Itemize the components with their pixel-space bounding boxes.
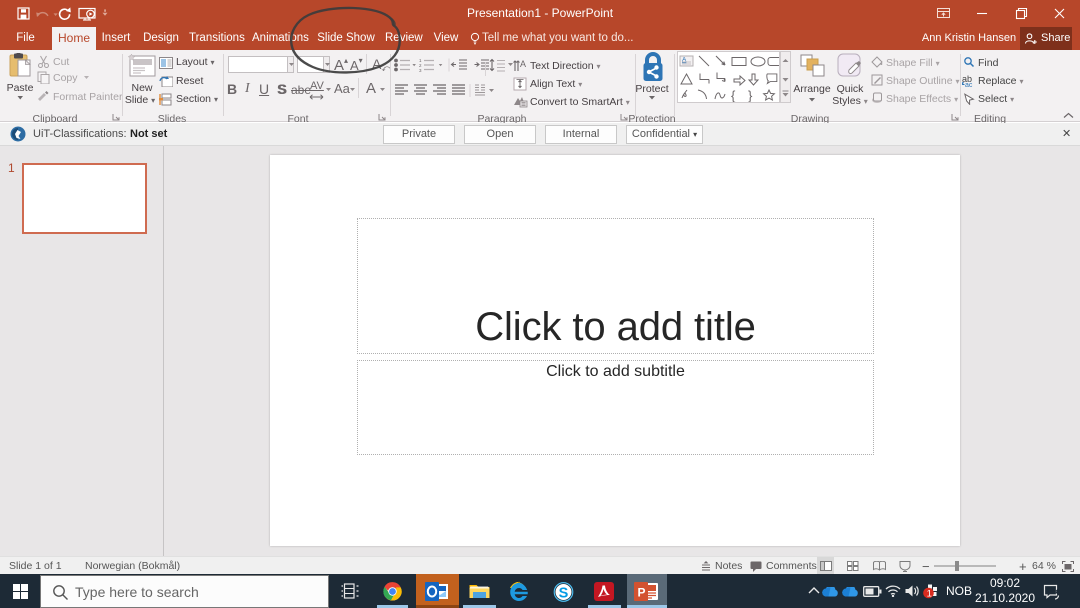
svg-text:ac: ac [965, 82, 973, 87]
svg-text:1: 1 [927, 589, 932, 599]
svg-text:A: A [520, 59, 526, 69]
svg-text:A: A [682, 57, 687, 64]
svg-text:{: { [731, 88, 736, 102]
svg-text:P: P [638, 586, 646, 600]
svg-text:}: } [748, 88, 753, 102]
svg-text:S: S [559, 585, 569, 601]
svg-text:3: 3 [419, 68, 422, 72]
